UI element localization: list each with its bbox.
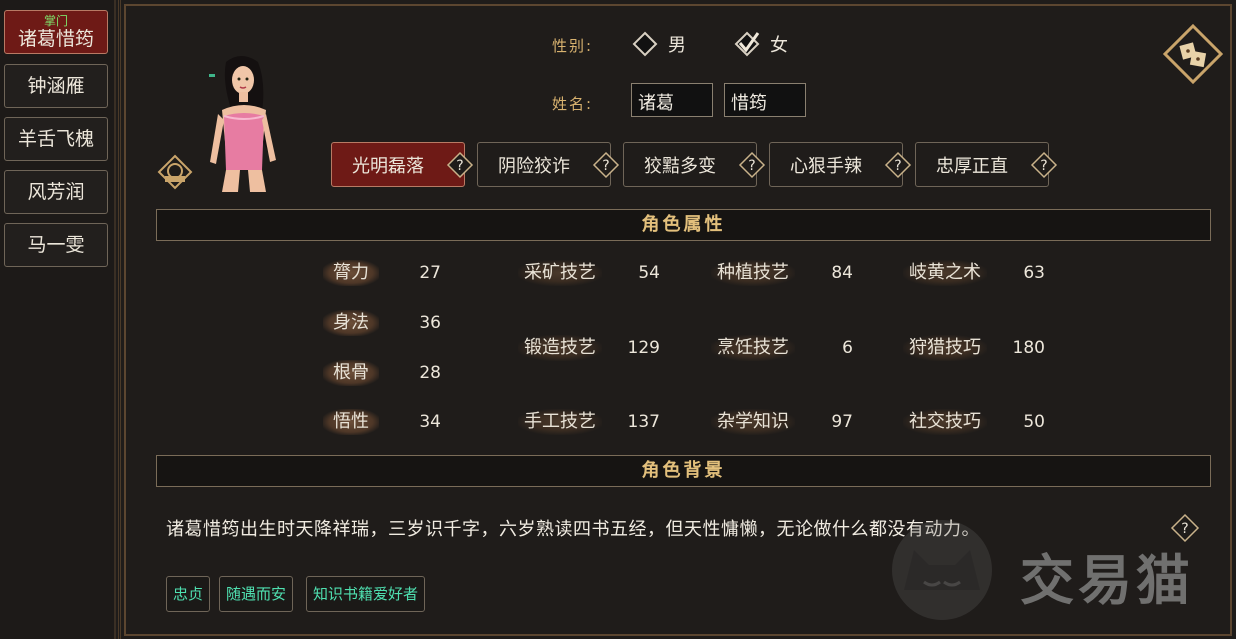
watermark-text: 交易猫 xyxy=(1020,549,1194,612)
sidebar-item-character[interactable]: 风芳润 xyxy=(4,170,108,214)
skill-value: 54 xyxy=(638,263,660,283)
sidebar-item-character[interactable]: 羊舌飞槐 xyxy=(4,117,108,161)
leader-tag: 掌门 xyxy=(43,13,68,28)
dice-randomize-icon[interactable] xyxy=(1163,24,1223,84)
svg-text:?: ? xyxy=(456,158,463,174)
given-name-field[interactable]: 惜筠 xyxy=(724,83,806,117)
attributes-section-title: 角色属性 xyxy=(156,209,1211,241)
help-icon[interactable]: ? xyxy=(1030,151,1058,179)
skill-value: 84 xyxy=(831,263,853,283)
character-portrait xyxy=(209,56,276,192)
personality-option[interactable]: 忠厚正直 ? xyxy=(915,142,1058,187)
attribute-value: 36 xyxy=(419,313,441,333)
diamond-checkbox-icon xyxy=(632,31,658,57)
gender-option-label: 女 xyxy=(770,35,788,56)
gender-option-male[interactable]: 男 xyxy=(632,31,686,57)
character-sidebar: 掌门 诸葛惜筠 钟涵雁 羊舌飞槐 风芳润 马一雯 xyxy=(0,0,116,639)
trait-tag[interactable]: 知识书籍爱好者 xyxy=(306,576,426,612)
help-icon[interactable]: ? xyxy=(738,151,766,179)
portrait-change-icon[interactable] xyxy=(157,154,193,190)
attribute-value: 34 xyxy=(419,412,441,432)
skill-name: 狩猎技巧 xyxy=(903,335,987,361)
attribute-value: 27 xyxy=(419,263,441,283)
sidebar-item-label: 钟涵雁 xyxy=(27,75,85,97)
attribute-name: 根骨 xyxy=(323,360,379,386)
gender-label: 性别: xyxy=(552,37,594,55)
sidebar-item-label: 马一雯 xyxy=(27,234,85,256)
personality-label: 心狠手辣 xyxy=(790,155,862,177)
attribute-name: 膂力 xyxy=(323,260,379,286)
svg-text:?: ? xyxy=(894,158,901,174)
skill-value: 50 xyxy=(1023,412,1045,432)
svg-text:?: ? xyxy=(748,158,755,174)
svg-text:?: ? xyxy=(602,158,609,174)
personality-label: 光明磊落 xyxy=(352,155,424,177)
sidebar-item-label: 风芳润 xyxy=(27,181,85,203)
svg-text:?: ? xyxy=(1040,158,1047,174)
background-section-title: 角色背景 xyxy=(156,455,1211,487)
personality-label: 阴险狡诈 xyxy=(498,155,570,177)
diamond-checked-icon xyxy=(734,31,760,57)
skill-name: 烹饪技艺 xyxy=(711,335,795,361)
skill-name: 采矿技艺 xyxy=(518,260,602,286)
sidebar-item-label: 羊舌飞槐 xyxy=(17,128,94,150)
surname-field[interactable]: 诸葛 xyxy=(631,83,713,117)
sidebar-item-label: 诸葛惜筠 xyxy=(17,27,94,50)
gender-option-female[interactable]: 女 xyxy=(734,31,788,57)
sidebar-item-character[interactable]: 钟涵雁 xyxy=(4,64,108,108)
trait-tag[interactable]: 忠贞 xyxy=(166,576,211,612)
skill-value: 97 xyxy=(831,412,853,432)
gender-option-label: 男 xyxy=(668,35,686,56)
skill-value: 6 xyxy=(842,338,853,358)
skill-value: 137 xyxy=(627,412,660,432)
sidebar-item-character[interactable]: 马一雯 xyxy=(4,223,108,267)
skill-name: 社交技巧 xyxy=(903,409,987,435)
skill-name: 手工技艺 xyxy=(518,409,602,435)
sidebar-item-leader[interactable]: 掌门 诸葛惜筠 xyxy=(4,10,108,54)
personality-option[interactable]: 光明磊落 ? xyxy=(331,142,474,187)
personality-label: 狡黠多变 xyxy=(644,155,716,177)
personality-option[interactable]: 阴险狡诈 ? xyxy=(477,142,620,187)
personality-option[interactable]: 狡黠多变 ? xyxy=(623,142,766,187)
attribute-name: 悟性 xyxy=(323,409,379,435)
skill-name: 杂学知识 xyxy=(711,409,795,435)
skill-value: 129 xyxy=(627,338,660,358)
help-icon[interactable]: ? xyxy=(592,151,620,179)
attribute-name: 身法 xyxy=(323,310,379,336)
help-icon[interactable]: ? xyxy=(884,151,912,179)
attribute-value: 28 xyxy=(419,363,441,383)
name-label: 姓名: xyxy=(552,95,594,113)
trait-tag[interactable]: 随遇而安 xyxy=(219,576,294,612)
skill-name: 岐黄之术 xyxy=(903,260,987,286)
skill-name: 锻造技艺 xyxy=(518,335,602,361)
help-icon[interactable]: ? xyxy=(446,151,474,179)
personality-option[interactable]: 心狠手辣 ? xyxy=(769,142,912,187)
background-text: 诸葛惜筠出生时天降祥瑞，三岁识千字，六岁熟读四书五经，但天性慵懒，无论做什么都没… xyxy=(166,519,980,540)
skill-name: 种植技艺 xyxy=(711,260,795,286)
skill-value: 180 xyxy=(1012,338,1045,358)
personality-label: 忠厚正直 xyxy=(936,155,1008,177)
skill-value: 63 xyxy=(1023,263,1045,283)
